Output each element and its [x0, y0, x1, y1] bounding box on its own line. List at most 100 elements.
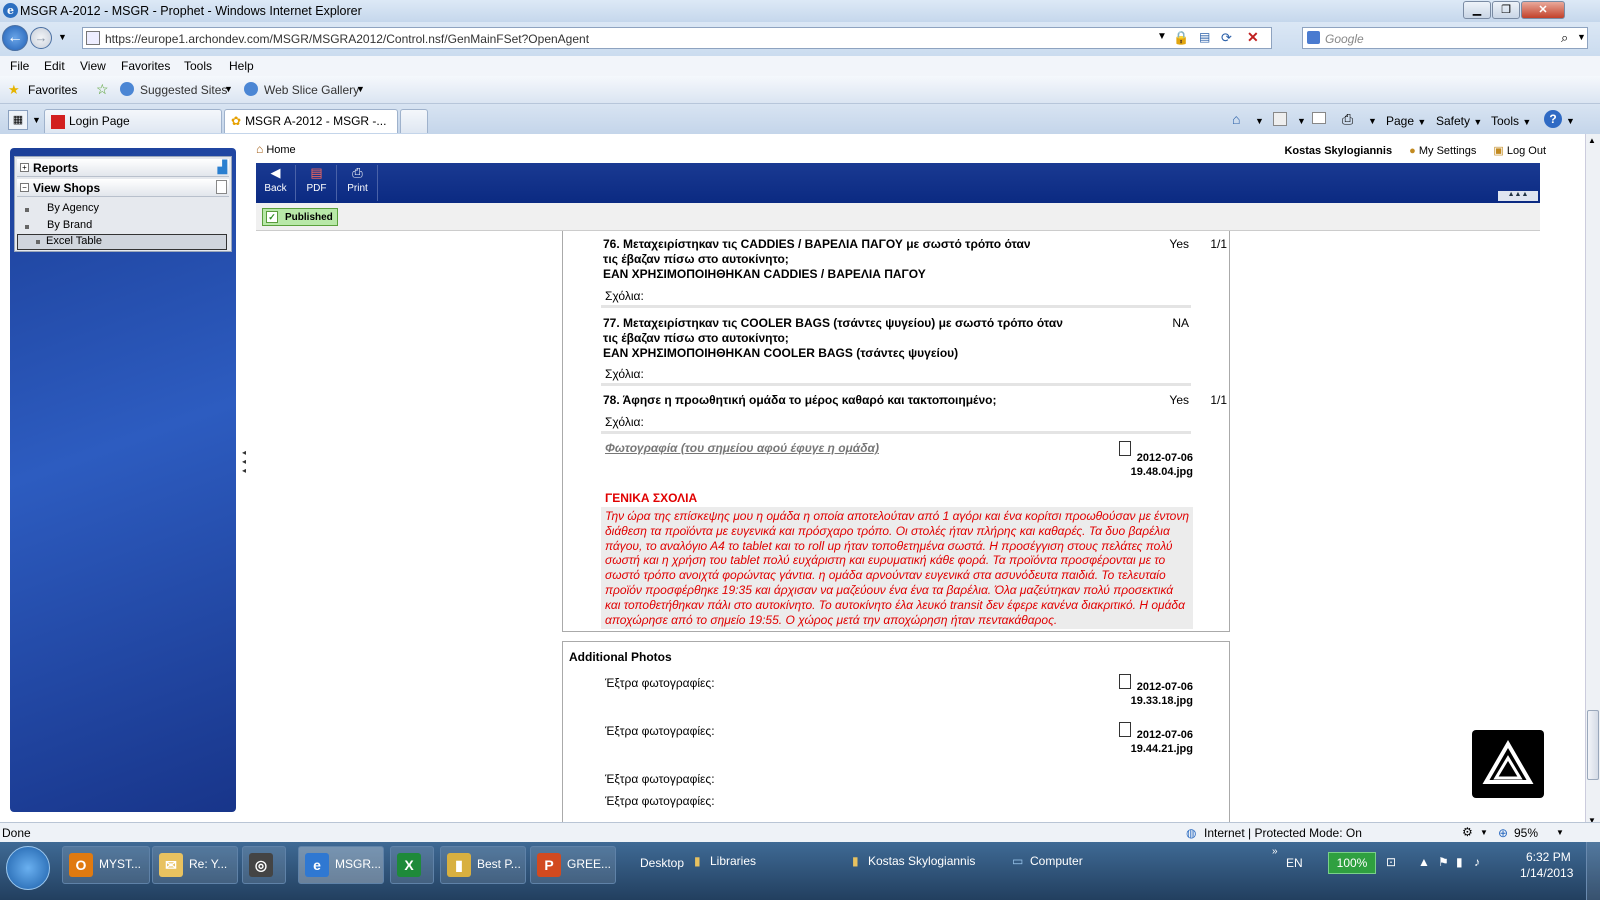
- search-icon[interactable]: ⌕: [1561, 30, 1568, 46]
- language-indicator[interactable]: EN: [1286, 856, 1303, 870]
- search-dropdown-icon[interactable]: ▼: [1577, 32, 1586, 42]
- collapse-toolbar-button[interactable]: ▲▲▲: [1498, 191, 1538, 201]
- network-icon[interactable]: ▮: [1456, 855, 1463, 869]
- chevron-down-icon[interactable]: ▼: [1480, 828, 1488, 837]
- mail-icon[interactable]: [1312, 112, 1326, 124]
- show-desktop-button[interactable]: [1586, 842, 1600, 900]
- home-icon[interactable]: ⌂: [256, 142, 263, 156]
- browser-back-button[interactable]: ←: [2, 25, 28, 51]
- battery-indicator[interactable]: 100%: [1328, 852, 1376, 874]
- clock-date[interactable]: 1/14/2013: [1520, 866, 1573, 880]
- scrollbar-thumb[interactable]: [1587, 710, 1599, 780]
- page-menu[interactable]: Page ▼: [1386, 114, 1426, 128]
- tree-view-shops[interactable]: − View Shops: [17, 179, 229, 197]
- print-icon[interactable]: ⎙: [1342, 111, 1353, 128]
- minimize-button[interactable]: ▁: [1463, 1, 1491, 19]
- stop-icon[interactable]: ✕: [1247, 29, 1259, 46]
- print-dropdown-icon[interactable]: ▼: [1368, 116, 1377, 126]
- home-icon[interactable]: ⌂: [1232, 111, 1240, 127]
- search-input[interactable]: Google ⌕ ▼: [1302, 27, 1588, 49]
- close-button[interactable]: ✕: [1521, 1, 1565, 19]
- back-button[interactable]: ◀ Back: [256, 165, 296, 201]
- add-favorite-icon[interactable]: ☆: [96, 81, 109, 98]
- compatibility-icon[interactable]: ▤: [1199, 30, 1210, 44]
- my-settings-link[interactable]: My Settings: [1419, 145, 1476, 157]
- browser-status-bar: Done ◍ Internet | Protected Mode: On ⚙ ▼…: [0, 822, 1600, 842]
- tree-item-by-agency[interactable]: By Agency: [25, 202, 99, 214]
- webslice-dropdown-icon[interactable]: ▼: [356, 84, 365, 94]
- favorites-button[interactable]: Favorites: [28, 83, 77, 97]
- address-bar[interactable]: https://europe1.archondev.com/MSGR/MSGRA…: [82, 27, 1272, 49]
- tree-item-by-brand[interactable]: By Brand: [25, 219, 92, 231]
- zoom-dropdown-icon[interactable]: ▼: [1556, 828, 1564, 837]
- menu-favorites[interactable]: Favorites: [121, 59, 170, 73]
- menu-edit[interactable]: Edit: [44, 59, 65, 73]
- lock-icon[interactable]: 🔒: [1173, 30, 1189, 46]
- maximize-button[interactable]: ❐: [1492, 1, 1520, 19]
- tree-reports[interactable]: + Reports ▟: [17, 159, 229, 177]
- help-icon[interactable]: ?: [1544, 110, 1562, 128]
- tab-list-dropdown-icon[interactable]: ▼: [32, 115, 41, 125]
- tree-item-excel-table[interactable]: Excel Table: [17, 234, 227, 250]
- scroll-up-arrow-icon[interactable]: ▲: [1588, 136, 1596, 145]
- quick-tabs-icon[interactable]: ▦: [8, 110, 28, 130]
- feeds-dropdown-icon[interactable]: ▼: [1297, 116, 1306, 126]
- browser-forward-button[interactable]: →: [30, 27, 52, 49]
- menu-tools[interactable]: Tools: [184, 59, 212, 73]
- tab-login-page[interactable]: Login Page: [44, 109, 222, 133]
- photo-file-link[interactable]: 2012-07-06 19.48.04.jpg: [1103, 451, 1193, 479]
- zoom-level[interactable]: 95%: [1514, 826, 1538, 840]
- log-out-link[interactable]: Log Out: [1507, 145, 1546, 157]
- taskbar-app[interactable]: ◎: [242, 846, 286, 884]
- taskbar-mail[interactable]: ✉ Re: Y...: [152, 846, 238, 884]
- protected-mode-icon[interactable]: ⚙: [1462, 825, 1473, 839]
- safety-menu[interactable]: Safety ▼: [1436, 114, 1482, 128]
- volume-icon[interactable]: ♪: [1474, 855, 1480, 869]
- taskbar-explorer[interactable]: ▮ Best P...: [440, 846, 526, 884]
- suggested-sites-link[interactable]: Suggested Sites: [140, 83, 227, 97]
- feeds-icon[interactable]: [1273, 112, 1287, 126]
- suggested-dropdown-icon[interactable]: ▼: [224, 84, 233, 94]
- tools-menu[interactable]: Tools ▼: [1491, 114, 1531, 128]
- menu-view[interactable]: View: [80, 59, 106, 73]
- user-folder-link[interactable]: Kostas Skylogiannis: [868, 854, 975, 868]
- collapse-icon[interactable]: −: [20, 183, 29, 192]
- taskbar-outlook[interactable]: O MYST...: [62, 846, 150, 884]
- vertical-scrollbar[interactable]: ▲ ▼: [1585, 134, 1600, 832]
- security-zone[interactable]: Internet | Protected Mode: On: [1204, 826, 1362, 840]
- clock-time[interactable]: 6:32 PM: [1526, 850, 1571, 864]
- window-title: MSGR A-2012 - MSGR - Prophet - Windows I…: [20, 4, 362, 18]
- panel-splitter[interactable]: ◂ ◂ ◂: [242, 448, 252, 488]
- start-button[interactable]: [6, 846, 50, 890]
- home-link[interactable]: Home: [266, 144, 295, 156]
- expand-icon[interactable]: +: [20, 163, 29, 172]
- home-dropdown-icon[interactable]: ▼: [1255, 116, 1264, 126]
- web-slice-gallery-link[interactable]: Web Slice Gallery: [264, 83, 359, 97]
- libraries-link[interactable]: Libraries: [710, 854, 756, 868]
- tab-msgr[interactable]: ✿ MSGR A-2012 - MSGR -...: [224, 109, 398, 133]
- taskbar-excel[interactable]: X: [390, 846, 434, 884]
- computer-link[interactable]: Computer: [1030, 854, 1083, 868]
- menu-file[interactable]: File: [10, 59, 29, 73]
- extra-photo-file-link[interactable]: 2012-07-06 19.44.21.jpg: [1103, 728, 1193, 756]
- flag-icon[interactable]: ⚑: [1438, 855, 1449, 869]
- new-tab-button[interactable]: [400, 109, 428, 133]
- report-scroll-area[interactable]: 76. Μεταχειρίστηκαν τις CADDIES / ΒΑΡΕΛΙ…: [256, 231, 1552, 832]
- show-hidden-icons-icon[interactable]: ▲: [1418, 855, 1430, 869]
- taskbar-powerpoint[interactable]: P GREE...: [530, 846, 616, 884]
- history-dropdown-icon[interactable]: ▼: [58, 32, 67, 42]
- help-dropdown-icon[interactable]: ▼: [1566, 116, 1575, 126]
- print-button[interactable]: ⎙ Print: [338, 165, 378, 201]
- photo-link[interactable]: Φωτογραφία (του σημείου αφού έφυγε η ομά…: [605, 441, 879, 455]
- pdf-button[interactable]: ▤ PDF: [297, 165, 337, 201]
- menu-help[interactable]: Help: [229, 59, 254, 73]
- address-dropdown-icon[interactable]: ▼: [1157, 31, 1167, 42]
- back-label: Back: [264, 183, 287, 194]
- toolbar-expand-icon[interactable]: »: [1272, 846, 1278, 857]
- question-77: 77. Μεταχειρίστηκαν τις COOLER BAGS (τσά…: [603, 316, 1063, 361]
- power-icon[interactable]: ⊡: [1386, 855, 1396, 869]
- refresh-icon[interactable]: ⟳: [1221, 30, 1232, 46]
- desktop-toolbar[interactable]: Desktop: [640, 856, 684, 870]
- taskbar-ie[interactable]: e MSGR...: [298, 846, 384, 884]
- extra-photo-file-link[interactable]: 2012-07-06 19.33.18.jpg: [1103, 680, 1193, 708]
